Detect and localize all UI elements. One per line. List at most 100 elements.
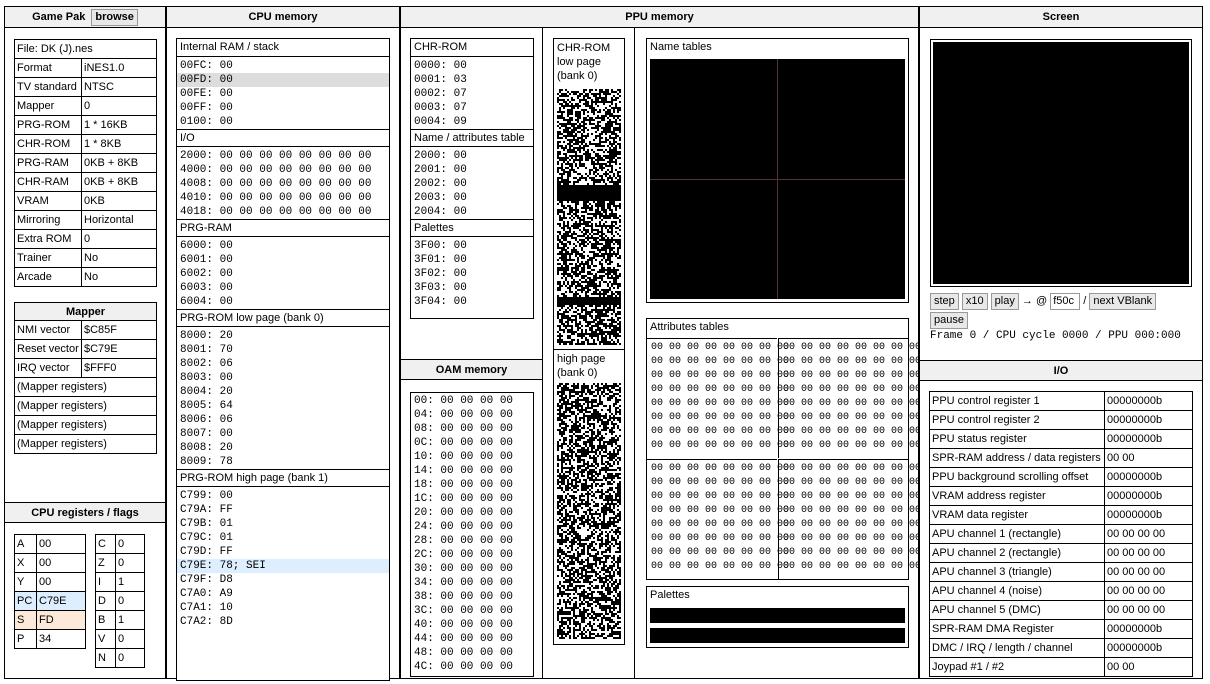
memory-row[interactable]: 0004: 09 [411, 115, 533, 129]
memory-row[interactable]: 3F03: 00 [411, 281, 533, 295]
memory-row[interactable]: 00FF: 00 [177, 101, 389, 115]
row-value: 00 00 00 00 [1104, 581, 1193, 601]
memory-row[interactable]: 4010: 00 00 00 00 00 00 00 00 [177, 191, 389, 205]
row-label: P [14, 629, 37, 649]
screen-title: Screen [920, 7, 1202, 28]
memory-row[interactable]: 00FC: 00 [177, 59, 389, 73]
table-row: B1 [95, 610, 145, 630]
chr-rom-rows: 0000: 00 0001: 03 0002: 07 0003: 07 0004: 09 [411, 57, 533, 129]
memory-row[interactable]: 8008: 20 [177, 441, 389, 455]
memory-row[interactable]: 3F02: 00 [411, 267, 533, 281]
memory-row[interactable]: 0002: 07 [411, 87, 533, 101]
memory-row[interactable]: 3F04: 00 [411, 295, 533, 309]
memory-row[interactable]: 8006: 06 [177, 413, 389, 427]
memory-row[interactable]: 34: 00 00 00 00 [411, 576, 533, 590]
memory-row[interactable]: 14: 00 00 00 00 [411, 464, 533, 478]
row-label: Mapper [14, 96, 82, 116]
step-button[interactable]: step [930, 292, 959, 310]
memory-row[interactable]: 2004: 00 [411, 205, 533, 219]
memory-row[interactable]: 2003: 00 [411, 191, 533, 205]
memory-row[interactable]: 8003: 00 [177, 371, 389, 385]
memory-row[interactable]: 8009: 78 [177, 455, 389, 469]
memory-row[interactable]: 8001: 70 [177, 343, 389, 357]
memory-row[interactable]: 3C: 00 00 00 00 [411, 604, 533, 618]
memory-row[interactable]: C79C: 01 [177, 531, 389, 545]
memory-row[interactable]: 6004: 00 [177, 295, 389, 309]
next-vblank-button[interactable]: next VBlank [1089, 292, 1157, 310]
memory-row[interactable]: 4C: 00 00 00 00 [411, 660, 533, 674]
memory-row[interactable]: 8000: 20 [177, 329, 389, 343]
row-value: 0 [115, 648, 145, 668]
memory-row[interactable]: 18: 00 00 00 00 [411, 478, 533, 492]
browse-button[interactable]: browse [91, 8, 138, 26]
memory-row[interactable]: 0003: 07 [411, 101, 533, 115]
attr-row: 00 00 00 00 00 00 00 00 [651, 356, 790, 367]
memory-row[interactable]: 8005: 64 [177, 399, 389, 413]
memory-row[interactable]: 8007: 00 [177, 427, 389, 441]
palettes-title: Palettes [650, 589, 690, 601]
memory-row[interactable]: 2C: 00 00 00 00 [411, 548, 533, 562]
table-row: Z0 [95, 553, 145, 573]
memory-row[interactable]: C7A2: 8D [177, 615, 389, 629]
memory-row[interactable]: 0C: 00 00 00 00 [411, 436, 533, 450]
memory-row[interactable]: 4018: 00 00 00 00 00 00 00 00 [177, 205, 389, 219]
mapper-header: Mapper [14, 302, 157, 321]
memory-row[interactable]: 28: 00 00 00 00 [411, 534, 533, 548]
memory-row[interactable]: C79E: 78; SEI [177, 559, 389, 573]
memory-row[interactable]: C7A1: 10 [177, 601, 389, 615]
memory-row[interactable]: 40: 00 00 00 00 [411, 618, 533, 632]
memory-row[interactable]: 6003: 00 [177, 281, 389, 295]
memory-row[interactable]: 20: 00 00 00 00 [411, 506, 533, 520]
memory-row[interactable]: 4008: 00 00 00 00 00 00 00 00 [177, 177, 389, 191]
memory-row[interactable]: 1C: 00 00 00 00 [411, 492, 533, 506]
attr-row: 00 00 00 00 00 00 00 00 [651, 384, 790, 395]
name-tables-title: Name tables [650, 41, 712, 53]
memory-row[interactable]: 4000: 00 00 00 00 00 00 00 00 [177, 163, 389, 177]
memory-row[interactable]: C7A0: A9 [177, 587, 389, 601]
memory-row[interactable]: 2000: 00 00 00 00 00 00 00 00 [177, 149, 389, 163]
memory-row[interactable]: 2001: 00 [411, 163, 533, 177]
memory-row[interactable]: 6001: 00 [177, 253, 389, 267]
memory-row[interactable]: 30: 00 00 00 00 [411, 562, 533, 576]
memory-row[interactable]: C79B: 01 [177, 517, 389, 531]
row-label: Z [95, 553, 116, 573]
memory-row[interactable]: 10: 00 00 00 00 [411, 450, 533, 464]
memory-row[interactable]: 44: 00 00 00 00 [411, 632, 533, 646]
memory-row[interactable]: 0100: 00 [177, 115, 389, 129]
frame-target-input[interactable] [1050, 292, 1081, 310]
bg-palette-strip [650, 608, 905, 623]
memory-row[interactable]: 8002: 06 [177, 357, 389, 371]
x10-button[interactable]: x10 [961, 292, 988, 310]
row-value: 00000000b [1104, 429, 1193, 449]
memory-row[interactable]: 2002: 00 [411, 177, 533, 191]
memory-row[interactable]: C79F: D8 [177, 573, 389, 587]
memory-row[interactable]: 6000: 00 [177, 239, 389, 253]
memory-row[interactable]: 3F00: 00 [411, 239, 533, 253]
memory-row[interactable]: 48: 00 00 00 00 [411, 646, 533, 660]
memory-row[interactable]: 04: 00 00 00 00 [411, 408, 533, 422]
memory-row[interactable]: 24: 00 00 00 00 [411, 520, 533, 534]
memory-row[interactable]: 00FD: 00 [177, 73, 389, 87]
memory-row[interactable]: C79A: FF [177, 503, 389, 517]
attr-row: 00 00 00 00 00 00 00 00 [651, 519, 790, 530]
run-until-label: → @ [1021, 295, 1048, 307]
memory-row[interactable]: 00: 00 00 00 00 [411, 394, 533, 408]
pause-button[interactable]: pause [930, 311, 968, 329]
attr-row: 00 00 00 00 00 00 00 00 [783, 440, 922, 451]
memory-row[interactable]: 2000: 00 [411, 149, 533, 163]
memory-row[interactable]: 08: 00 00 00 00 [411, 422, 533, 436]
play-button[interactable]: play [990, 292, 1019, 310]
memory-row[interactable]: 8004: 20 [177, 385, 389, 399]
memory-row[interactable]: C799: 00 [177, 489, 389, 503]
memory-row[interactable]: 00FE: 00 [177, 87, 389, 101]
memory-row[interactable]: 38: 00 00 00 00 [411, 590, 533, 604]
memory-row[interactable]: 3F01: 00 [411, 253, 533, 267]
row-value: 00000000b [1104, 410, 1193, 430]
attr-table-quadrant: 00 00 00 00 00 00 00 00 00 00 00 00 00 00… [778, 459, 921, 579]
memory-row[interactable]: 0001: 03 [411, 73, 533, 87]
memory-row[interactable]: 6002: 00 [177, 267, 389, 281]
memory-row[interactable]: C79D: FF [177, 545, 389, 559]
memory-row[interactable]: 0000: 00 [411, 59, 533, 73]
attr-tables-title: Attributes tables [650, 321, 729, 333]
row-value: iNES1.0 [81, 58, 157, 78]
